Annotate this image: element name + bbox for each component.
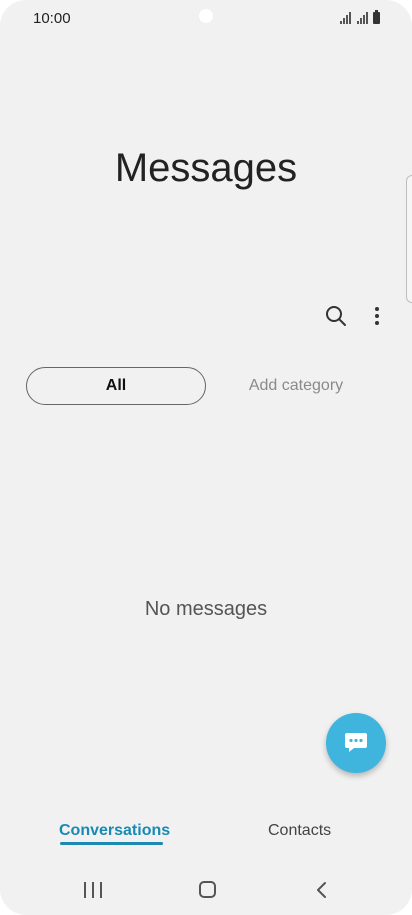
active-tab-indicator	[60, 842, 163, 845]
status-bar: 10:00	[0, 0, 412, 36]
phone-screen: 10:00 Messages All Add category No messa…	[0, 0, 412, 915]
status-time: 10:00	[33, 10, 71, 27]
page-title: Messages	[114, 146, 298, 190]
category-all-chip[interactable]: All	[26, 367, 206, 405]
compose-message-icon	[345, 733, 367, 752]
signal-icon	[357, 12, 368, 24]
battery-icon	[373, 10, 380, 24]
home-icon[interactable]	[199, 881, 216, 898]
system-nav-bar	[0, 866, 412, 915]
empty-state-text: No messages	[144, 598, 268, 620]
compose-message-button[interactable]	[326, 713, 386, 773]
back-icon[interactable]	[312, 881, 332, 899]
status-icons	[340, 10, 380, 24]
search-icon[interactable]	[322, 302, 350, 330]
tab-conversations[interactable]: Conversations	[59, 822, 170, 840]
camera-cutout	[199, 9, 213, 23]
add-category-button[interactable]: Add category	[226, 367, 366, 405]
recent-apps-icon[interactable]	[84, 882, 102, 898]
signal-icon	[340, 12, 351, 24]
tab-contacts[interactable]: Contacts	[268, 822, 331, 840]
edge-panel-handle[interactable]	[406, 175, 412, 303]
more-options-icon[interactable]	[364, 302, 390, 330]
